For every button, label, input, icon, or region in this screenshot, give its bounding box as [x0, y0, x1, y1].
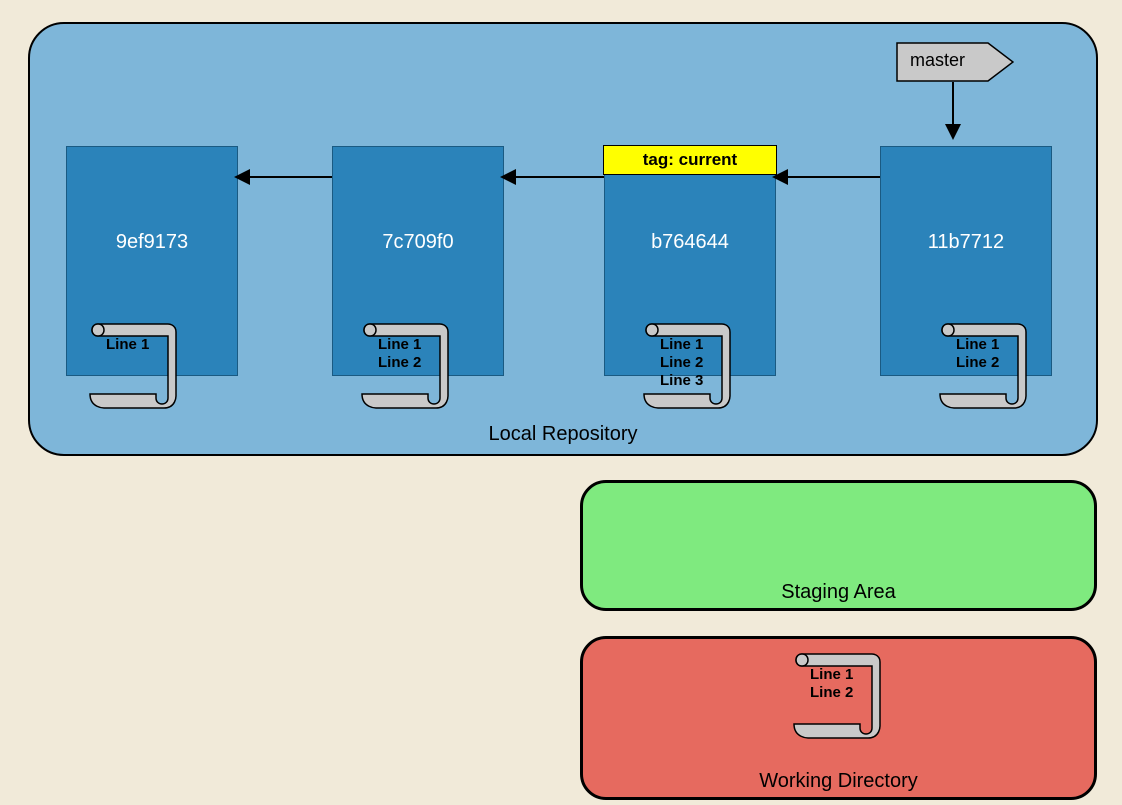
arrow-master-to-commit	[952, 82, 954, 138]
file-scroll-icon: Line 1 Line 2 Line 3	[640, 320, 734, 410]
commit-parent-arrow	[774, 176, 880, 178]
working-directory-label: Working Directory	[759, 770, 918, 793]
commit-hash: 7c709f0	[333, 231, 503, 254]
commit-parent-arrow	[236, 176, 332, 178]
file-scroll-icon: Line 1 Line 2	[936, 320, 1030, 410]
commit-hash: 9ef9173	[67, 231, 237, 254]
commit-parent-arrow	[502, 176, 604, 178]
commit-tag: tag: current	[603, 145, 777, 175]
commit-hash: b764644	[605, 231, 775, 254]
file-contents: Line 1 Line 2 Line 3	[660, 336, 703, 390]
local-repository-label: Local Repository	[489, 423, 638, 446]
file-contents: Line 1 Line 2	[956, 336, 999, 372]
branch-pointer-master: master	[896, 42, 1014, 82]
branch-name-label: master	[910, 50, 965, 71]
file-scroll-icon: Line 1	[86, 320, 180, 410]
file-contents: Line 1 Line 2	[810, 666, 853, 702]
commit-hash: 11b7712	[881, 231, 1051, 254]
file-contents: Line 1 Line 2	[378, 336, 421, 372]
staging-area-box: Staging Area	[580, 480, 1097, 611]
staging-area-label: Staging Area	[781, 581, 896, 604]
file-contents: Line 1	[106, 336, 149, 354]
file-scroll-icon: Line 1 Line 2	[790, 650, 884, 740]
file-scroll-icon: Line 1 Line 2	[358, 320, 452, 410]
